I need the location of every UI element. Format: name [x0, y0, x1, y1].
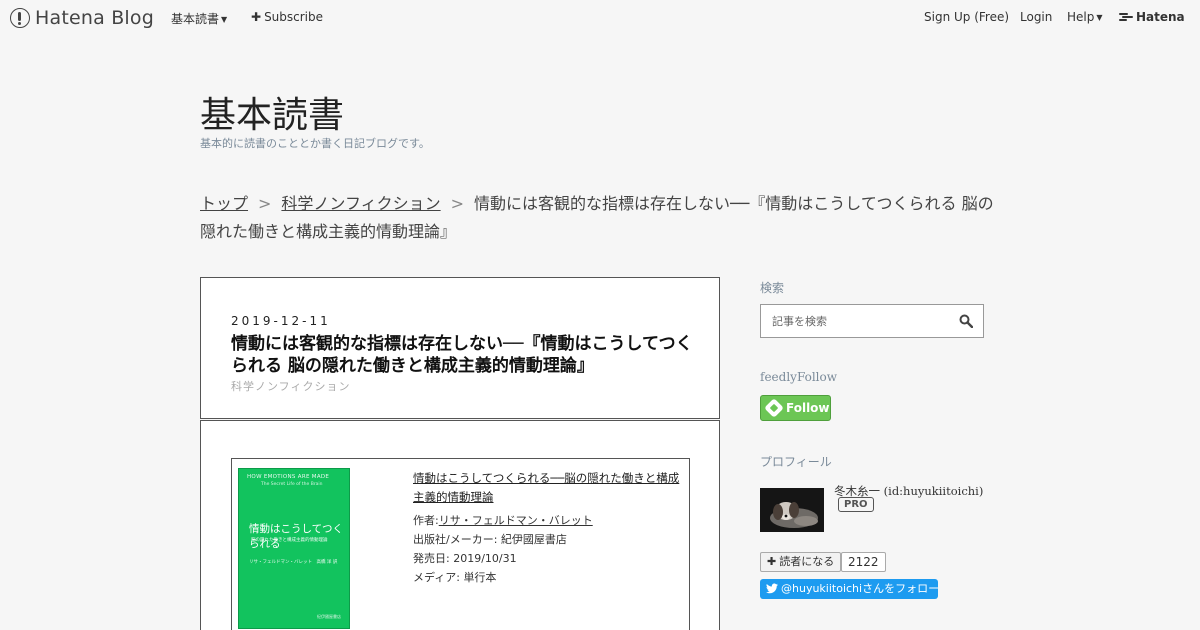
cover-subtitle-jp: 脳の隠れた働きと構成主義的情動理論 [251, 538, 328, 543]
blog-menu-dropdown[interactable]: 基本読書 ▼ [171, 10, 227, 27]
book-media-row: メディア: 単行本 [413, 568, 685, 587]
blog-menu-label: 基本読書 [171, 12, 220, 26]
logo-text: Hatena Blog [35, 7, 154, 29]
breadcrumb: トップ > 科学ノンフィクション > 情動には客観的な指標は存在しない──『情動はこうし… [200, 190, 1000, 246]
hatena-label: Hatena [1136, 10, 1185, 24]
feedly-follow-label: Follow [786, 401, 830, 415]
hatena-logo-icon [1119, 12, 1133, 22]
subscribe-reader-button[interactable]: ✚ 読者になる [760, 552, 842, 572]
avatar[interactable] [760, 488, 824, 532]
hatena-blog-logo-icon [10, 8, 30, 28]
book-author-link[interactable]: リサ・フェルドマン・バレット [439, 514, 593, 527]
book-publisher: 紀伊國屋書店 [500, 533, 567, 546]
cover-title-en: HOW EMOTIONS ARE MADE [247, 474, 330, 480]
cover-subtitle-en: The Secret Life of the Brain [261, 482, 323, 487]
plus-icon: ✚ [251, 10, 262, 24]
search-heading: 検索 [760, 281, 785, 295]
breadcrumb-top-link[interactable]: トップ [200, 194, 248, 213]
twitter-follow-button[interactable]: @huyukiitoichiさんをフォロー [760, 579, 940, 599]
twitter-bird-icon [766, 583, 778, 594]
reader-count: 2122 [841, 552, 886, 572]
breadcrumb-separator: > [258, 194, 272, 213]
blog-title[interactable]: 基本読書 [200, 86, 344, 138]
release-label: 発売日: [413, 552, 450, 565]
search-input[interactable] [761, 305, 951, 337]
caret-down-icon: ▼ [221, 15, 228, 24]
book-media: 単行本 [463, 571, 497, 584]
article-title[interactable]: 情動には客観的な指標は存在しない──『情動はこうしてつくられる 脳の隠れた働きと… [231, 333, 701, 377]
caret-down-icon: ▼ [1096, 13, 1103, 22]
breadcrumb-separator: > [450, 194, 465, 213]
reader-button-label: 読者になる [779, 555, 835, 568]
search-icon[interactable] [959, 314, 973, 328]
search-box [760, 304, 984, 338]
pro-badge[interactable]: PRO [838, 497, 874, 512]
blog-description: 基本的に読書のこととか書く日記ブログです。 [200, 137, 430, 150]
plus-icon: ✚ [767, 555, 777, 568]
book-release-row: 発売日: 2019/10/31 [413, 549, 685, 568]
help-dropdown[interactable]: Help ▼ [1067, 10, 1103, 24]
subscribe-button[interactable]: ✚ Subscribe [251, 10, 323, 24]
book-title-link[interactable]: 情動はこうしてつくられる──脳の隠れた働きと構成主義的情動理論 [413, 469, 685, 507]
breadcrumb-category-link[interactable]: 科学ノンフィクション [281, 194, 440, 213]
global-header: Hatena Blog 基本読書 ▼ ✚ Subscribe Sign Up (Fr… [0, 0, 1200, 36]
profile-heading: プロフィール [760, 455, 832, 469]
feedly-icon [764, 398, 784, 418]
subscribe-label: Subscribe [264, 10, 324, 24]
dog-photo-icon [760, 488, 824, 532]
book-details: 情動はこうしてつくられる──脳の隠れた働きと構成主義的情動理論 作者:リサ・フェ… [413, 469, 685, 587]
book-release-date: 2019/10/31 [453, 552, 517, 565]
twitter-follow-label: @huyukiitoichiさんをフォロー [781, 582, 940, 595]
cover-title-jp: 情動はこうしてつくられる [249, 523, 343, 550]
article-date[interactable]: 2019-12-11 [231, 314, 331, 328]
login-link[interactable]: Login [1020, 10, 1052, 24]
media-label: メディア: [413, 571, 460, 584]
hatena-link[interactable]: Hatena [1119, 10, 1185, 24]
hatena-blog-logo[interactable]: Hatena Blog [10, 6, 154, 30]
cover-author: リサ・フェルドマン・バレット 高橋 洋 訳 [249, 560, 338, 565]
feedly-follow-button[interactable]: Follow [760, 395, 831, 421]
feedly-heading: feedlyFollow [760, 370, 838, 384]
publisher-label: 出版社/メーカー: [413, 533, 498, 546]
book-publisher-row: 出版社/メーカー: 紀伊國屋書店 [413, 530, 685, 549]
book-cover-image[interactable]: HOW EMOTIONS ARE MADE The Secret Life of… [238, 468, 350, 629]
cover-publisher: 紀伊國屋書店 [317, 614, 341, 619]
signup-link[interactable]: Sign Up (Free) [924, 10, 1009, 24]
article-category[interactable]: 科学ノンフィクション [231, 378, 350, 394]
book-author-row: 作者:リサ・フェルドマン・バレット [413, 511, 685, 530]
help-label: Help [1067, 10, 1095, 24]
author-label: 作者: [413, 514, 439, 527]
book-info-box: HOW EMOTIONS ARE MADE The Secret Life of… [231, 458, 690, 630]
article-header: 2019-12-11 情動には客観的な指標は存在しない──『情動はこうしてつくら… [200, 277, 720, 419]
article-body: HOW EMOTIONS ARE MADE The Secret Life of… [200, 420, 720, 630]
